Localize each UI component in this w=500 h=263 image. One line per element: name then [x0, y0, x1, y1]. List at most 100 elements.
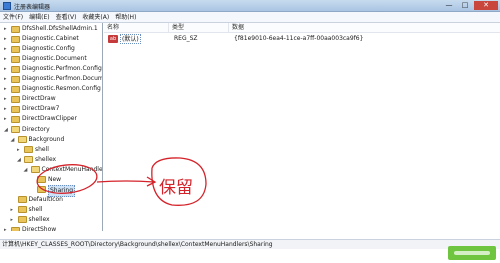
folder-icon — [24, 156, 33, 164]
tree-node-shellex[interactable]: ▸ shellex — [11, 215, 103, 225]
tree-node-sharing[interactable]: Sharing — [30, 184, 102, 197]
title-bar: 注册表编辑器 — □ ✕ — [0, 0, 500, 12]
close-button[interactable]: ✕ — [474, 1, 498, 10]
column-header-name[interactable]: 名称 — [104, 23, 169, 33]
menu-help[interactable]: 帮助(H) — [112, 12, 139, 23]
minimize-button[interactable]: — — [442, 1, 456, 10]
collapse-icon[interactable]: ◢ — [24, 165, 30, 175]
tree-node-diagnostic-cabinet[interactable]: ▸ Diagnostic.Cabinet — [4, 34, 102, 44]
tree-node-directdrawclipper[interactable]: ▸ DirectDrawClipper — [4, 114, 102, 124]
expand-icon[interactable]: ▸ — [11, 205, 17, 215]
tree-node-directdraw7[interactable]: ▸ DirectDraw7 — [4, 104, 102, 114]
expand-icon[interactable]: ▸ — [17, 145, 23, 155]
tree-node-label: shellex — [35, 155, 57, 163]
tree-node-label: Diagnostic.Document — [22, 55, 87, 63]
expand-icon[interactable]: ▸ — [4, 74, 10, 84]
watermark-logo — [448, 246, 496, 260]
folder-icon — [17, 136, 27, 144]
tree-node-label: shell — [28, 205, 43, 213]
folder-icon — [11, 105, 20, 113]
registry-value-row[interactable]: ab (默认) REG_SZ {f81e9010-6ea4-11ce-a7ff-… — [104, 34, 500, 44]
tree-node-diagnostic-config[interactable]: ▸ Diagnostic.Config — [4, 44, 102, 54]
tree-node-label: Diagnostic.Resmon.Config — [22, 85, 101, 93]
folder-icon — [11, 85, 20, 93]
tree-node-label: Diagnostic.Perfmon.Document — [22, 75, 102, 83]
tree-node-shellex[interactable]: ◢ shellex — [17, 155, 102, 165]
folder-icon — [11, 35, 20, 43]
expand-icon[interactable]: ▸ — [4, 114, 10, 124]
tree-node-label: DfsShell.DfsShellAdmin.1 — [22, 25, 98, 32]
menu-favorites[interactable]: 收藏夹(A) — [79, 12, 112, 23]
column-header-data[interactable]: 数据 — [229, 23, 500, 33]
regedit-app-icon — [3, 2, 11, 10]
menu-edit[interactable]: 编辑(E) — [26, 12, 52, 23]
collapse-icon[interactable]: ◢ — [17, 155, 23, 165]
tree-node-label: Diagnostic.Cabinet — [22, 35, 79, 43]
folder-icon — [17, 216, 27, 224]
folder-icon — [11, 126, 20, 133]
folder-icon — [30, 166, 40, 174]
status-bar-path: 计算机\HKEY_CLASSES_ROOT\Directory\Backgrou… — [0, 239, 500, 249]
tree-node-label: DirectDraw — [22, 95, 56, 103]
collapse-icon[interactable]: ◢ — [11, 135, 17, 145]
expand-icon[interactable]: ▸ — [4, 34, 10, 44]
tree-node-label: DirectShow — [22, 226, 57, 231]
tree-node-diagnostic-document[interactable]: ▸ Diagnostic.Document — [4, 54, 102, 64]
folder-icon — [11, 45, 20, 53]
expand-icon[interactable]: ▸ — [4, 84, 10, 94]
tree-node-label: Diagnostic.Config — [22, 45, 75, 53]
tree-node-directdraw[interactable]: ▸ DirectDraw — [4, 94, 102, 104]
tree-node-label: Diagnostic.Perfmon.Config — [22, 65, 102, 73]
registry-values-pane[interactable]: 名称 类型 数据 ab (默认) REG_SZ {f81e9010-6ea4-1… — [104, 23, 500, 231]
menu-file[interactable]: 文件(F) — [0, 12, 26, 23]
string-value-icon: ab — [108, 35, 118, 43]
tree-node-label: shellex — [28, 215, 50, 223]
tree-node-label: Background — [28, 135, 65, 143]
tree-node-shell[interactable]: ▸ shell — [17, 145, 102, 155]
tree-node-label: Directory — [22, 125, 50, 133]
tree-node-new[interactable]: New — [30, 175, 102, 185]
folder-icon — [11, 95, 20, 103]
folder-icon — [11, 226, 20, 231]
menu-view[interactable]: 查看(V) — [53, 12, 80, 23]
expand-icon[interactable]: ▸ — [4, 94, 10, 104]
tree-node-defaulticon[interactable]: DefaultIcon — [11, 195, 103, 205]
folder-icon — [37, 176, 46, 184]
registry-key-tree[interactable]: ▸ DfsShell.DfsShellAdmin.1 ▸ Diagnostic.Cab… — [0, 23, 103, 231]
folder-icon — [11, 55, 20, 63]
expand-icon[interactable]: ▸ — [4, 64, 10, 74]
tree-node-background[interactable]: ◢ Background — [11, 135, 103, 145]
folder-icon — [17, 196, 27, 204]
tree-node-dfsshell-dfsshelladmin-1[interactable]: ▸ DfsShell.DfsShellAdmin.1 — [4, 24, 102, 34]
tree-node-label: shell — [35, 145, 49, 153]
tree-node-label: New — [48, 175, 62, 183]
expand-icon — [11, 195, 17, 205]
tree-node-contextmenuhandlers[interactable]: ◢ ContextMenuHandlers — [24, 165, 102, 175]
collapse-icon[interactable]: ◢ — [4, 125, 10, 135]
folder-icon — [11, 65, 20, 73]
tree-node-directshow[interactable]: ▸ DirectShow — [4, 225, 102, 231]
maximize-button[interactable]: □ — [458, 1, 472, 10]
folder-icon — [17, 206, 27, 214]
expand-icon[interactable]: ▸ — [4, 54, 10, 64]
column-header-type[interactable]: 类型 — [169, 23, 229, 33]
tree-node-diagnostic-perfmon-document[interactable]: ▸ Diagnostic.Perfmon.Document — [4, 74, 102, 84]
tree-node-label: DefaultIcon — [28, 195, 63, 203]
expand-icon[interactable]: ▸ — [4, 225, 10, 231]
expand-icon[interactable]: ▸ — [4, 44, 10, 54]
tree-node-directory[interactable]: ◢ Directory — [4, 125, 102, 135]
folder-icon — [11, 115, 20, 123]
tree-node-diagnostic-resmon-config[interactable]: ▸ Diagnostic.Resmon.Config — [4, 84, 102, 94]
expand-icon — [30, 185, 36, 195]
tree-node-label: DirectDrawClipper — [22, 115, 77, 123]
expand-icon[interactable]: ▸ — [4, 24, 10, 34]
expand-icon[interactable]: ▸ — [11, 215, 17, 225]
tree-node-label: DirectDraw7 — [22, 105, 60, 113]
value-name[interactable]: (默认) — [120, 34, 141, 44]
value-type: REG_SZ — [174, 35, 198, 42]
tree-node-diagnostic-perfmon-config[interactable]: ▸ Diagnostic.Perfmon.Config — [4, 64, 102, 74]
folder-icon — [37, 186, 46, 194]
value-data: {f81e9010-6ea4-11ce-a7ff-00aa003ca9f6} — [234, 35, 364, 42]
expand-icon[interactable]: ▸ — [4, 104, 10, 114]
tree-node-shell[interactable]: ▸ shell — [11, 205, 103, 215]
